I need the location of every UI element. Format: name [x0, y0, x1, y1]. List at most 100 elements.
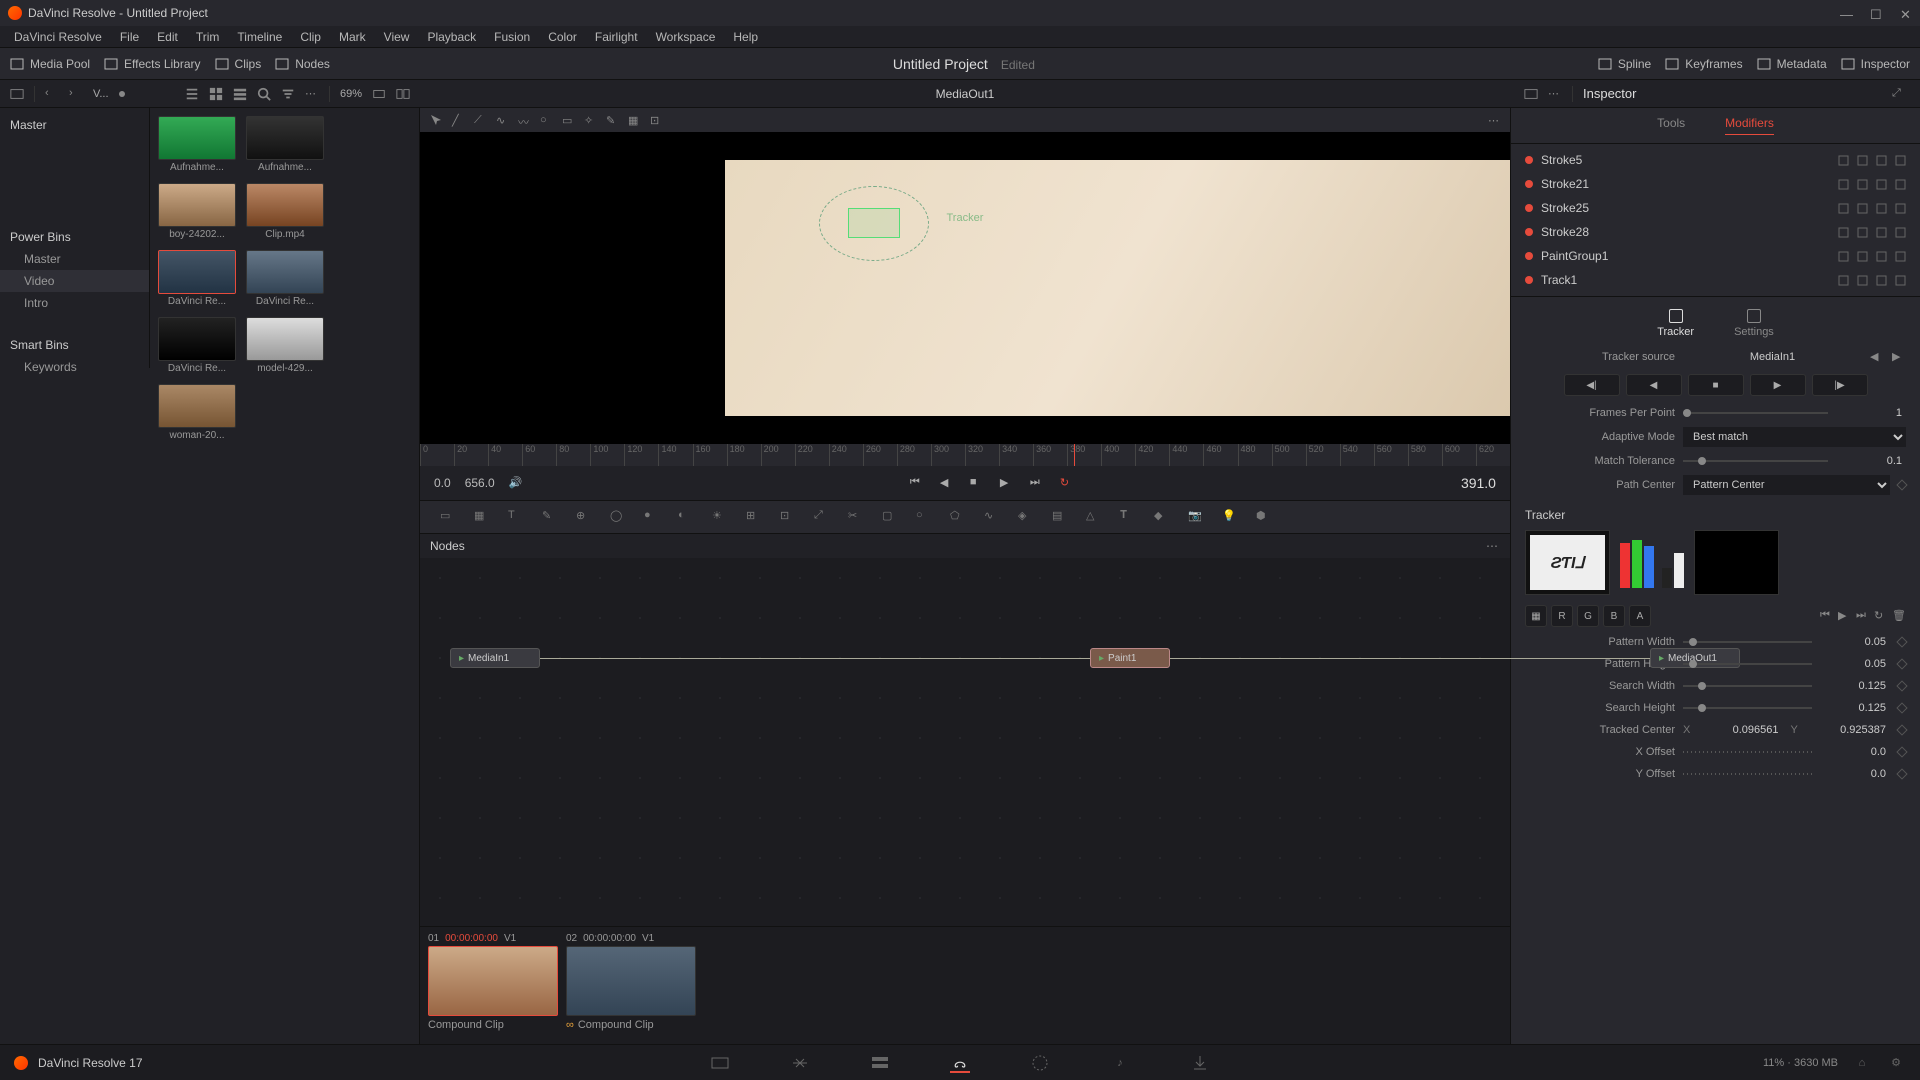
expand-inspector-icon[interactable]: ⤢	[1892, 87, 1906, 101]
toolbar-inspector-button[interactable]: Inspector	[1841, 57, 1910, 71]
modifier-enable-dot[interactable]	[1525, 156, 1533, 164]
ellipse-tool-icon[interactable]: ○	[540, 114, 552, 126]
lock-icon[interactable]	[1876, 203, 1887, 214]
rect-tool-icon[interactable]: ▭	[562, 114, 574, 126]
polyline-tool-icon[interactable]: ⟋	[474, 114, 486, 126]
power-bin-video[interactable]: Video	[0, 270, 149, 292]
subtab-tracker[interactable]: Tracker	[1657, 309, 1694, 338]
x-offset-slider[interactable]	[1683, 751, 1812, 753]
lock-icon[interactable]	[1876, 227, 1887, 238]
modifier-track1[interactable]: Track1	[1511, 268, 1920, 292]
menu-clip[interactable]: Clip	[292, 28, 329, 46]
lock-icon[interactable]	[1876, 251, 1887, 262]
resize-node-icon[interactable]: ⤢	[814, 509, 830, 525]
viewer-options-icon[interactable]: ⋯	[1548, 87, 1562, 101]
crop-node-icon[interactable]: ✂	[848, 509, 864, 525]
minimize-button[interactable]: —	[1840, 7, 1852, 19]
versions-icon[interactable]	[1838, 227, 1849, 238]
render3d-node-icon[interactable]: ⬢	[1256, 509, 1272, 525]
node-paint1[interactable]: ▸Paint1	[1090, 648, 1170, 668]
stop-icon[interactable]: ■	[970, 476, 984, 490]
versions-icon[interactable]	[1838, 203, 1849, 214]
show-pattern-icon[interactable]: ▦	[1525, 605, 1547, 627]
y-offset-slider[interactable]	[1683, 773, 1812, 775]
paint-tool-icon[interactable]: ✎	[606, 114, 618, 126]
bin-master[interactable]: Master	[0, 114, 149, 136]
thumb-view-icon[interactable]	[209, 87, 223, 101]
crop-tool-icon[interactable]: ⊡	[650, 114, 662, 126]
menu-help[interactable]: Help	[725, 28, 766, 46]
page-edit-icon[interactable]	[870, 1053, 890, 1073]
menu-color[interactable]: Color	[540, 28, 585, 46]
tracker-pattern-rect[interactable]	[848, 208, 900, 238]
pin-icon[interactable]	[1857, 227, 1868, 238]
track-delete-icon[interactable]: 🗑	[1892, 609, 1906, 623]
track-forward-button[interactable]: ▶	[1750, 374, 1806, 396]
fit-icon[interactable]	[372, 87, 386, 101]
channel-b-button[interactable]: B	[1603, 605, 1625, 627]
toolbar-keyframes-button[interactable]: Keyframes	[1665, 57, 1742, 71]
node-connection[interactable]	[1170, 658, 1650, 659]
track-loop-icon[interactable]: ↻	[1874, 609, 1888, 623]
menu-playback[interactable]: Playback	[419, 28, 484, 46]
maximize-button[interactable]: ☐	[1870, 7, 1882, 19]
menu-timeline[interactable]: Timeline	[229, 28, 290, 46]
search-icon[interactable]	[257, 87, 271, 101]
toolbar-media-pool-button[interactable]: Media Pool	[10, 57, 90, 71]
smart-bin-keywords[interactable]: Keywords	[0, 356, 149, 378]
nav-back-icon[interactable]: ‹	[45, 87, 59, 101]
mask-tool-icon[interactable]: ▦	[628, 114, 640, 126]
pin-icon[interactable]	[1857, 275, 1868, 286]
y-offset-value[interactable]: 0.0	[1820, 766, 1890, 782]
step-back-icon[interactable]: ◀	[940, 476, 954, 490]
tracked-center-keyframe[interactable]	[1896, 724, 1907, 735]
pin-icon[interactable]	[1857, 251, 1868, 262]
x-offset-keyframe[interactable]	[1896, 746, 1907, 757]
modifier-enable-dot[interactable]	[1525, 276, 1533, 284]
text3d-node-icon[interactable]: 𝐓	[1120, 509, 1136, 525]
versions-icon[interactable]	[1838, 179, 1849, 190]
light-node-icon[interactable]: 💡	[1222, 509, 1238, 525]
modifier-stroke25[interactable]: Stroke25	[1511, 196, 1920, 220]
fastnoise-node-icon[interactable]: ▦	[474, 509, 490, 525]
colorcorrect-node-icon[interactable]: ◐	[678, 509, 694, 525]
bin-view-icon[interactable]	[10, 87, 24, 101]
lock-icon[interactable]	[1876, 179, 1887, 190]
mask-node-icon[interactable]: ◯	[610, 509, 626, 525]
power-bin-intro[interactable]: Intro	[0, 292, 149, 314]
bezier-tool-icon[interactable]: ∿	[496, 114, 508, 126]
menu-fusion[interactable]: Fusion	[486, 28, 538, 46]
track-go-last-icon[interactable]: ⏭	[1856, 609, 1870, 623]
modifier-stroke5[interactable]: Stroke5	[1511, 148, 1920, 172]
channel-a-button[interactable]: A	[1629, 605, 1651, 627]
loop-icon[interactable]: ↻	[1060, 476, 1074, 490]
lock-icon[interactable]	[1876, 275, 1887, 286]
channel-g-button[interactable]: G	[1577, 605, 1599, 627]
track-reverse-from-end-button[interactable]: ◀|	[1564, 374, 1620, 396]
sort-icon[interactable]	[281, 87, 295, 101]
reset-icon[interactable]	[1895, 179, 1906, 190]
media-thumb[interactable]: woman-20...	[158, 384, 236, 441]
media-thumb[interactable]: boy-24202...	[158, 183, 236, 240]
search-height-keyframe[interactable]	[1896, 702, 1907, 713]
y-offset-keyframe[interactable]	[1896, 768, 1907, 779]
toolbar-clips-button[interactable]: Clips	[215, 57, 262, 71]
menu-view[interactable]: View	[376, 28, 418, 46]
transform-node-icon[interactable]: ⊡	[780, 509, 796, 525]
node-mediain1[interactable]: ▸MediaIn1	[450, 648, 540, 668]
menu-davinci-resolve[interactable]: DaVinci Resolve	[6, 28, 110, 46]
pattern-height-slider[interactable]	[1683, 663, 1812, 665]
zoom-percent[interactable]: 69%	[340, 88, 362, 100]
modifier-stroke28[interactable]: Stroke28	[1511, 220, 1920, 244]
track-play-icon[interactable]: ▶	[1838, 609, 1852, 623]
media-thumb[interactable]: Aufnahme...	[158, 116, 236, 173]
frames-per-point-slider[interactable]	[1683, 412, 1828, 414]
nodes-canvas[interactable]: ▸MediaIn1▸Paint1▸MediaOut1	[420, 558, 1510, 926]
keyer-node-icon[interactable]: ◈	[1018, 509, 1034, 525]
project-settings-icon[interactable]: ⚙	[1886, 1053, 1906, 1073]
search-height-slider[interactable]	[1683, 707, 1812, 709]
tracker-source-prev-icon[interactable]: ◀	[1870, 350, 1884, 364]
modifier-stroke21[interactable]: Stroke21	[1511, 172, 1920, 196]
nav-fwd-icon[interactable]: ›	[69, 87, 83, 101]
pattern-width-slider[interactable]	[1683, 641, 1812, 643]
